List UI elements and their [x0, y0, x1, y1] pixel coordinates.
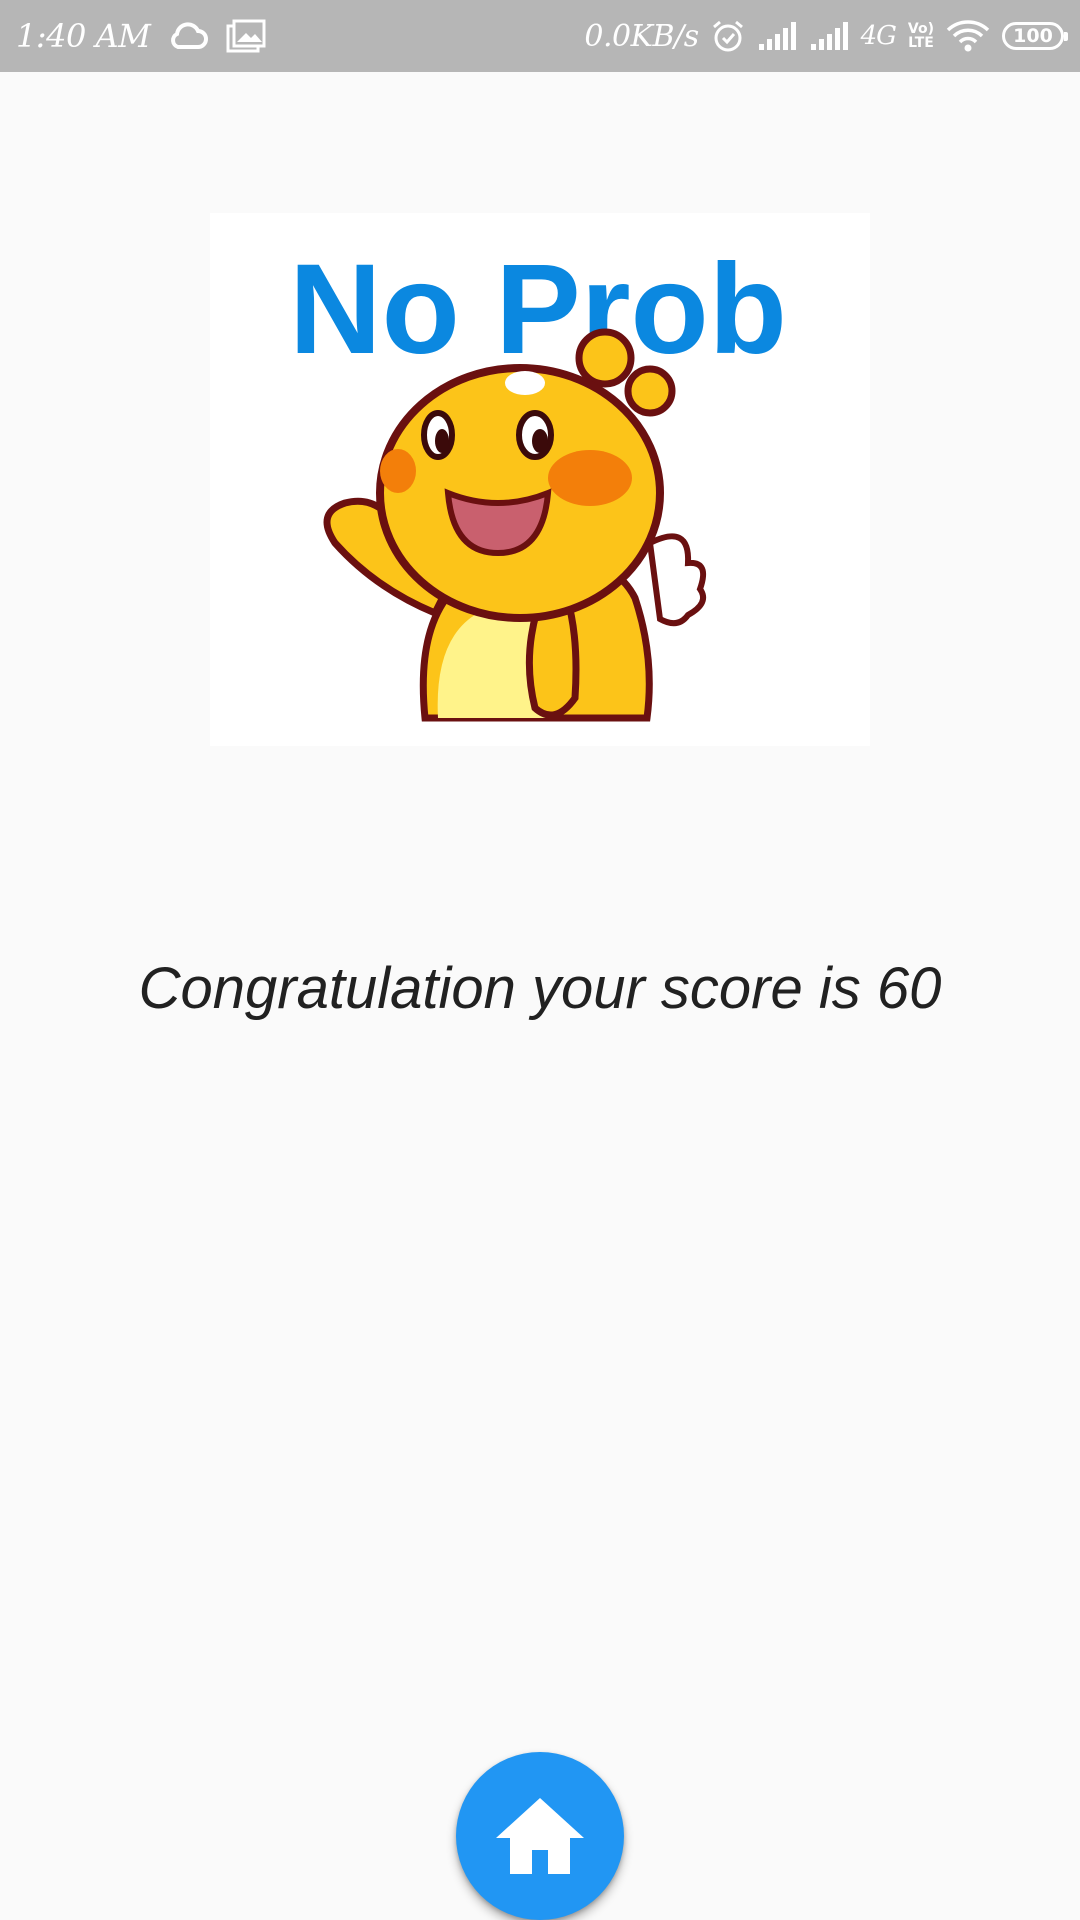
status-bar: 1:40 AM 0.0KB/s 4G Vo) LTE 100: [0, 0, 1080, 72]
network-type: 4G: [860, 21, 897, 51]
home-icon: [494, 1796, 586, 1876]
cloud-icon: [168, 21, 209, 51]
alarm-icon: [711, 19, 745, 53]
signal-icon: [757, 22, 797, 50]
battery-icon: 100: [1002, 22, 1068, 50]
network-speed: 0.0KB/s: [584, 18, 699, 54]
wifi-icon: [946, 19, 990, 53]
score-message: Congratulation your score is 60: [138, 956, 942, 1021]
sticker-caption: No Prob: [289, 238, 787, 381]
gallery-icon: [226, 19, 266, 53]
volte-indicator: Vo) LTE: [908, 22, 934, 50]
volte-bottom: LTE: [908, 35, 934, 51]
signal-icon-2: [809, 22, 849, 50]
waving-duck-sticker: [323, 328, 706, 722]
status-bar-left: 1:40 AM: [16, 17, 266, 55]
status-bar-right: 0.0KB/s 4G Vo) LTE 100: [584, 18, 1068, 54]
home-button[interactable]: [456, 1752, 624, 1920]
volte-top: Vo): [907, 21, 934, 37]
status-time: 1:40 AM: [16, 17, 151, 55]
sticker-image: No Prob: [210, 213, 870, 746]
